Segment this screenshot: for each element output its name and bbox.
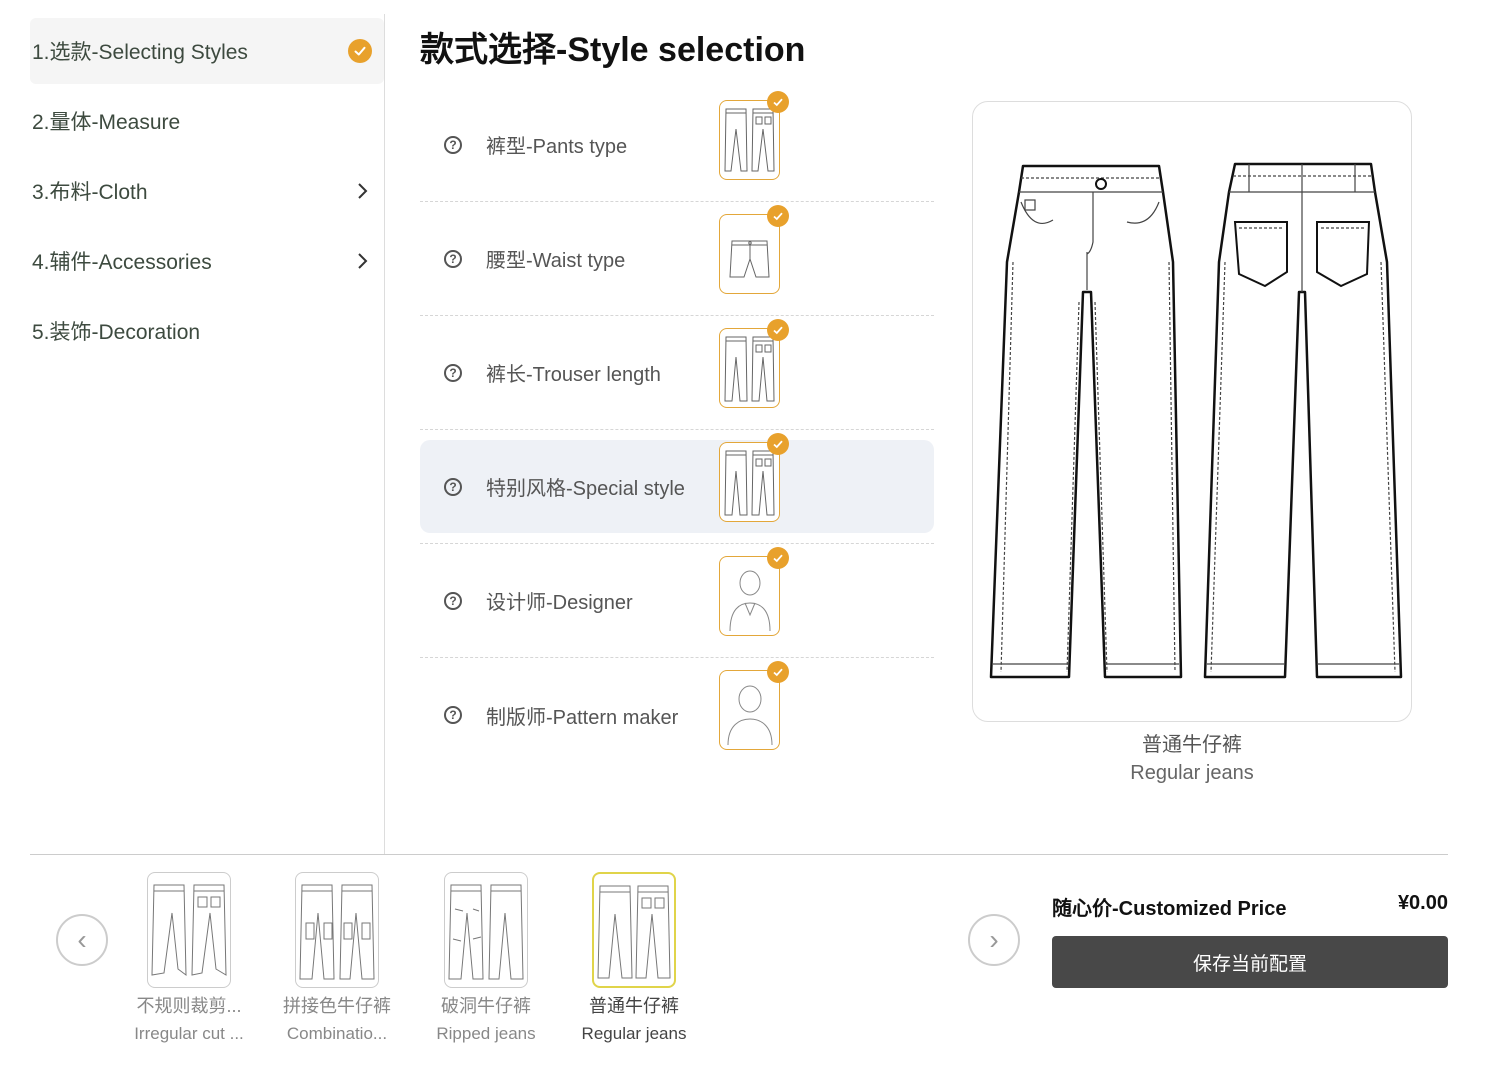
option-thumbnail[interactable] xyxy=(719,661,789,750)
option-thumbnail[interactable] xyxy=(719,205,789,294)
price-value: ¥0.00 xyxy=(1397,892,1448,914)
option-row-waist-type[interactable]: ? 腰型-Waist type xyxy=(420,202,934,316)
carousel-item-cn: 不规则裁剪... xyxy=(136,996,242,1016)
jeans-preview xyxy=(972,101,1412,722)
option-label: 特别风格-Special style xyxy=(486,478,685,500)
sidebar-item-label: 2.量体-Measure xyxy=(32,111,181,134)
help-icon[interactable]: ? xyxy=(444,706,462,724)
option-row-pattern-maker[interactable]: ? 制版师-Pattern maker xyxy=(420,658,934,772)
sidebar-item-label: 3.布料-Cloth xyxy=(32,181,148,204)
chevron-right-icon xyxy=(352,251,372,271)
option-label: 裤型-Pants type xyxy=(486,136,628,158)
sidebar-item-measure[interactable]: 2.量体-Measure xyxy=(30,88,384,154)
sidebar-item-label: 5.装饰-Decoration xyxy=(32,321,201,344)
carousel-item-cn: 拼接色牛仔裤 xyxy=(283,996,391,1016)
carousel-item-ripped[interactable]: 破洞牛仔裤 Ripped jeans xyxy=(424,872,548,1044)
check-badge-icon xyxy=(767,319,789,341)
carousel-item-en: Regular jeans xyxy=(581,1024,687,1043)
help-icon[interactable]: ? xyxy=(444,477,462,496)
chevron-right-icon xyxy=(352,181,372,201)
check-badge-icon xyxy=(767,661,789,683)
option-row-trouser-length[interactable]: ? 裤长-Trouser length xyxy=(420,316,934,430)
jeans-illustration xyxy=(989,162,1403,679)
sidebar-item-decoration[interactable]: 5.装饰-Decoration xyxy=(30,298,384,364)
carousel-prev-button[interactable]: ‹ xyxy=(56,914,108,966)
price-label: 随心价-Customized Price xyxy=(1052,898,1287,920)
option-label: 制版师-Pattern maker xyxy=(486,706,679,729)
option-label: 裤长-Trouser length xyxy=(486,364,661,386)
carousel-item-en: Ripped jeans xyxy=(436,1024,536,1043)
option-thumbnail[interactable] xyxy=(719,547,789,636)
sidebar-item-accessories[interactable]: 4.辅件-Accessories xyxy=(30,228,384,294)
style-options-list: ? 裤型-Pants type ? 腰型-Waist type ? 裤长-Tro… xyxy=(420,88,934,772)
carousel-item-en: Irregular cut ... xyxy=(134,1024,244,1043)
carousel-item-cn: 破洞牛仔裤 xyxy=(441,996,531,1016)
carousel-item-cn: 普通牛仔裤 xyxy=(589,996,679,1016)
help-icon[interactable]: ? xyxy=(444,249,462,268)
carousel-item-regular[interactable]: 普通牛仔裤 Regular jeans xyxy=(572,872,696,1044)
check-badge-icon xyxy=(767,433,789,455)
check-badge-icon xyxy=(767,547,789,569)
option-row-designer[interactable]: ? 设计师-Designer xyxy=(420,544,934,658)
option-label: 设计师-Designer xyxy=(486,592,633,614)
check-badge-icon xyxy=(767,205,789,227)
check-circle-icon xyxy=(348,39,372,63)
option-row-pants-type[interactable]: ? 裤型-Pants type xyxy=(420,88,934,202)
option-thumbnail[interactable] xyxy=(719,433,789,522)
option-thumbnail[interactable] xyxy=(719,91,789,180)
save-config-button[interactable]: 保存当前配置 xyxy=(1052,936,1448,988)
page-title: 款式选择-Style selection xyxy=(420,31,806,69)
help-icon[interactable]: ? xyxy=(444,591,462,610)
carousel-next-button[interactable]: › xyxy=(968,914,1020,966)
help-icon[interactable]: ? xyxy=(444,363,462,382)
sidebar-item-label: 4.辅件-Accessories xyxy=(32,251,212,274)
option-thumbnail[interactable] xyxy=(719,319,789,408)
carousel-thumbnail[interactable] xyxy=(444,872,528,988)
sidebar-item-label: 1.选款-Selecting Styles xyxy=(32,41,248,64)
carousel-thumbnail[interactable] xyxy=(592,872,676,988)
option-row-special-style[interactable]: ? 特别风格-Special style xyxy=(420,430,934,544)
preview-name-en: Regular jeans xyxy=(1130,762,1254,784)
carousel-item-combination[interactable]: 拼接色牛仔裤 Combinatio... xyxy=(275,872,399,1044)
step-sidebar: 1.选款-Selecting Styles 2.量体-Measure 3.布料-… xyxy=(30,18,384,368)
check-badge-icon xyxy=(767,91,789,113)
sidebar-item-cloth[interactable]: 3.布料-Cloth xyxy=(30,158,384,224)
preview-name-cn: 普通牛仔裤 xyxy=(1142,734,1242,756)
vertical-divider xyxy=(384,14,385,854)
horizontal-divider xyxy=(30,854,1448,855)
carousel-item-irregular-cut[interactable]: 不规则裁剪... Irregular cut ... xyxy=(127,872,251,1044)
carousel-thumbnail[interactable] xyxy=(147,872,231,988)
sidebar-item-selecting-styles[interactable]: 1.选款-Selecting Styles xyxy=(30,18,384,84)
carousel-item-en: Combinatio... xyxy=(286,1024,388,1043)
carousel-thumbnail[interactable] xyxy=(295,872,379,988)
help-icon[interactable]: ? xyxy=(444,135,462,154)
option-label: 腰型-Waist type xyxy=(486,250,626,272)
